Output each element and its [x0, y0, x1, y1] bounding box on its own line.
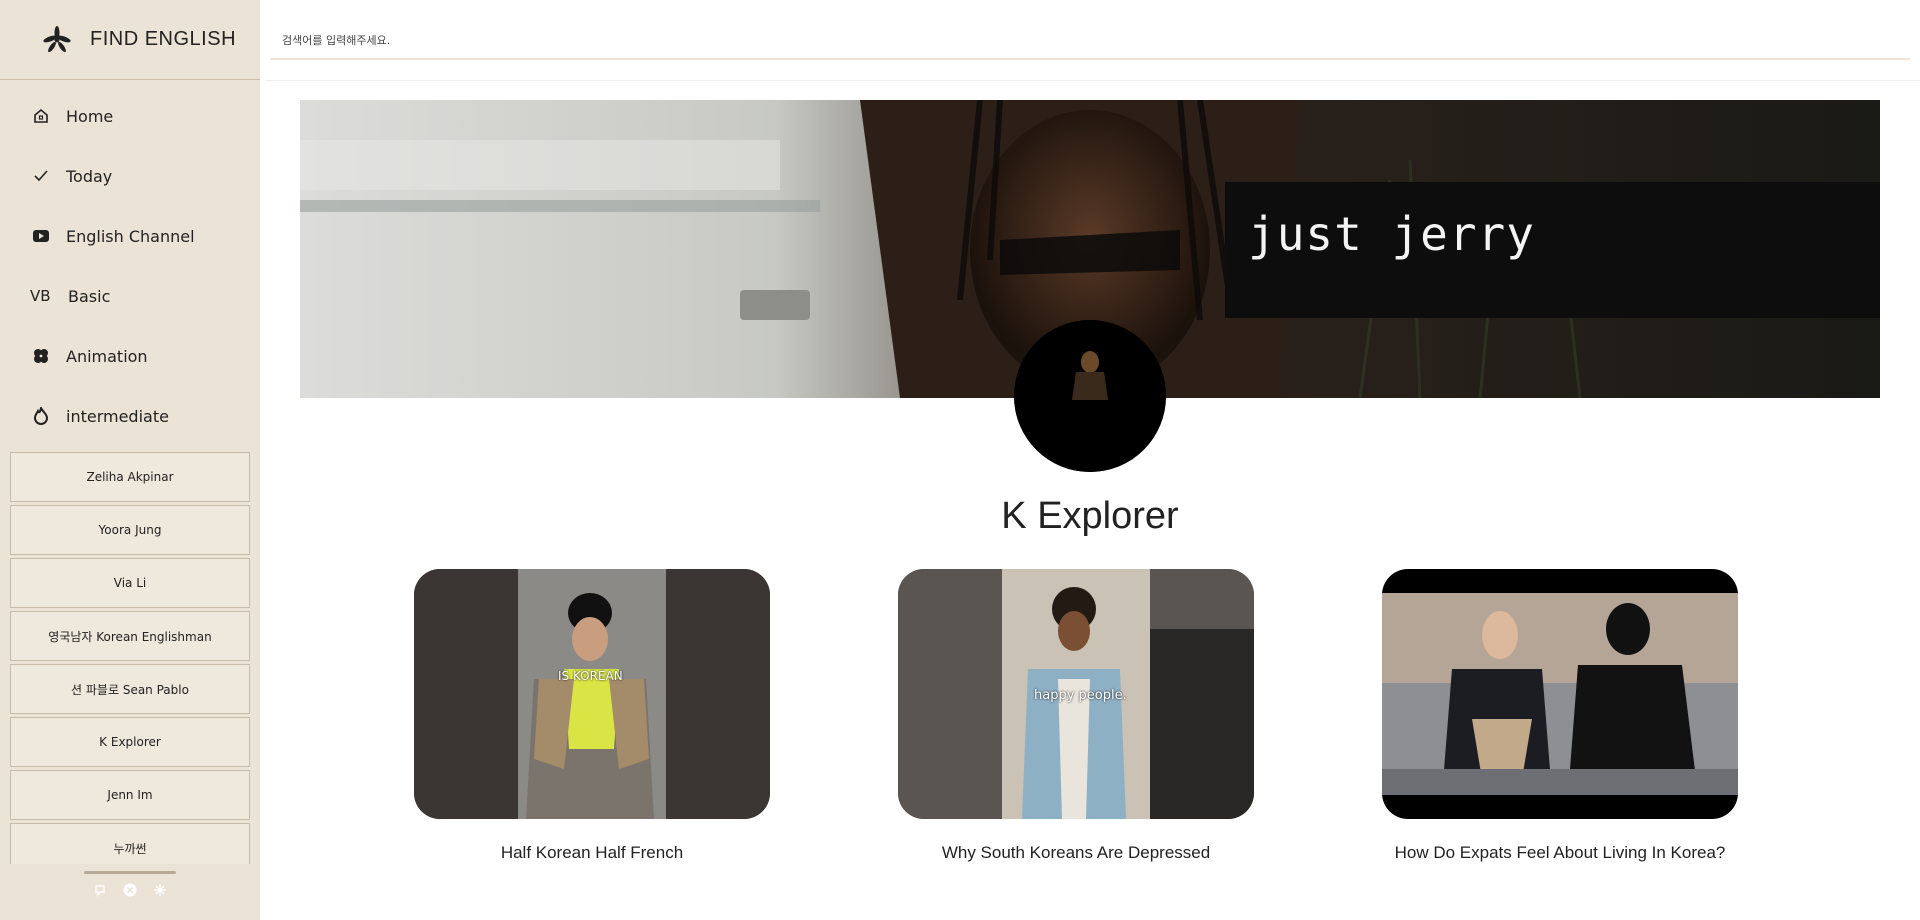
video-title[interactable]: Why South Koreans Are Depressed: [898, 843, 1254, 863]
brand-name: FIND ENGLISH: [90, 28, 237, 50]
video-thumbnail[interactable]: [414, 569, 770, 819]
nav-label: Basic: [68, 286, 111, 306]
video-caption: happy people.: [1034, 688, 1127, 703]
sidebar: FIND ENGLISH Home Today English Channel …: [0, 0, 260, 920]
sidebar-scrollbar[interactable]: [84, 871, 176, 874]
video-card[interactable]: Half Korean Half French: [414, 569, 770, 863]
nav-item-animation[interactable]: Animation: [0, 326, 260, 386]
video-title[interactable]: Half Korean Half French: [414, 843, 770, 863]
channel-button[interactable]: K Explorer: [10, 717, 250, 767]
nav-label: Today: [66, 166, 113, 186]
banner-title: just jerry: [1248, 207, 1535, 261]
fire-icon: [30, 405, 52, 427]
channel-button[interactable]: 션 파블로 Sean Pablo: [10, 664, 250, 714]
channel-avatar[interactable]: [1014, 320, 1166, 472]
search-input[interactable]: [280, 32, 1910, 48]
nav-item-basic[interactable]: VB Basic: [0, 266, 260, 326]
nav-item-today[interactable]: Today: [0, 146, 260, 206]
nav-label: Home: [66, 106, 114, 126]
video-title[interactable]: How Do Expats Feel About Living In Korea…: [1382, 843, 1738, 863]
video-card[interactable]: How Do Expats Feel About Living In Korea…: [1382, 569, 1738, 863]
channel-button[interactable]: Zeliha Akpinar: [10, 452, 250, 502]
nav-label: intermediate: [66, 406, 169, 426]
search-bar: [270, 22, 1910, 60]
clover-icon: [30, 345, 52, 367]
channel-button[interactable]: Yoora Jung: [10, 505, 250, 555]
nav-item-home[interactable]: Home: [0, 86, 260, 146]
vb-icon: VB: [30, 287, 51, 305]
flower-logo-icon: [43, 25, 71, 52]
channel-button[interactable]: Via Li: [10, 558, 250, 608]
channel-button[interactable]: Jenn Im: [10, 770, 250, 820]
channel-button[interactable]: 누까썬: [10, 823, 250, 864]
footer-icons: [0, 878, 260, 902]
video-card[interactable]: Why South Koreans Are Depressed: [898, 569, 1254, 863]
channel-title: K Explorer: [1001, 495, 1179, 538]
main-nav: Home Today English Channel VB Basic Anim…: [0, 86, 260, 446]
channel-button[interactable]: 영국남자 Korean Englishman: [10, 611, 250, 661]
check-icon: [30, 165, 52, 187]
nav-item-english-channel[interactable]: English Channel: [0, 206, 260, 266]
youtube-icon: [30, 225, 52, 247]
divider: [265, 80, 1920, 81]
brand[interactable]: FIND ENGLISH: [0, 0, 260, 80]
close-circle-icon[interactable]: [122, 882, 138, 898]
nav-label: English Channel: [66, 226, 195, 246]
home-icon: [30, 105, 52, 127]
github-icon[interactable]: [92, 882, 108, 898]
nav-item-intermediate[interactable]: intermediate: [0, 386, 260, 446]
channel-list[interactable]: Zeliha Akpinar Yoora Jung Via Li 영국남자 Ko…: [10, 452, 250, 864]
video-caption: IS KOREAN: [558, 669, 623, 683]
nav-label: Animation: [66, 346, 148, 366]
sparkle-icon[interactable]: [152, 882, 168, 898]
video-thumbnail[interactable]: [1382, 569, 1738, 819]
